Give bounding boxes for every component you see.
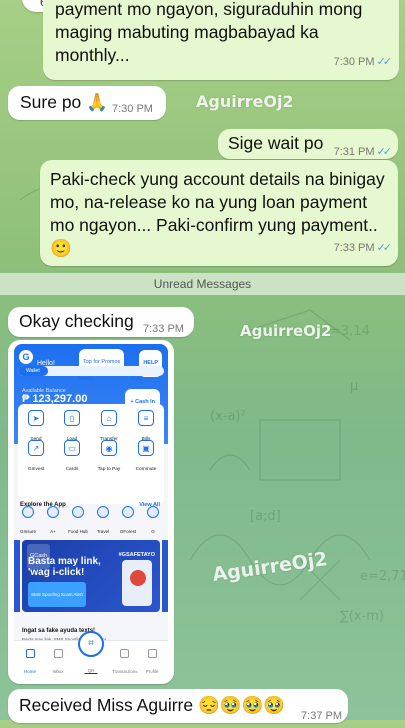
gcash-app-ginsure: GInsure <box>16 506 40 543</box>
send-icon: ➤ <box>28 410 44 426</box>
message-bubble-incoming[interactable]: Sure po 🙏 7:30 PM <box>8 86 166 120</box>
watermark-text: AguirreOj2 <box>196 92 294 111</box>
gcash-actions-grid: ➤ Send ▯ Load ⌂ Transfer ≡ Bills ↗ GInvest ▭ C… <box>18 404 164 504</box>
shield-icon <box>22 506 34 518</box>
message-time: 7:33 PM ✓✓ <box>333 242 393 254</box>
gcash-tab-wallet: Wallet <box>18 366 48 376</box>
gift-icon <box>47 506 59 518</box>
gcash-action-commute: ▣ Commute <box>128 440 164 481</box>
gcash-apps-row: GInsure A+ Rewards Food Hub Travel GFore… <box>16 506 166 557</box>
read-ticks-icon: ✓✓ <box>376 242 393 254</box>
svg-text:e=2,718: e=2,718 <box>360 569 405 584</box>
home-indicator <box>84 673 98 674</box>
gcash-app-gforest: GForest <box>116 506 140 543</box>
message-image-incoming[interactable]: G Hello! Top for Promos HELP Wallet Borr… <box>8 340 174 684</box>
message-text: Sure po 🙏 <box>20 92 108 112</box>
svg-text:=3,14: =3,14 <box>330 324 370 339</box>
svg-text:∑(x-m): ∑(x-m) <box>340 609 384 624</box>
message-bubble-outgoing[interactable]: Paki-check yung account details na binig… <box>40 160 398 266</box>
plane-icon <box>97 506 109 518</box>
gcash-logo: G <box>19 350 33 364</box>
bills-icon: ≡ <box>138 410 154 426</box>
warning-icon <box>130 570 146 586</box>
message-text: Okay checking <box>19 311 134 331</box>
gcash-nav-qr: QR <box>87 668 95 673</box>
tap-icon: ◉ <box>101 440 117 456</box>
food-icon <box>72 506 84 518</box>
message-bubble-incoming[interactable]: Okay checking 7:33 PM <box>8 307 194 337</box>
bus-icon: ▣ <box>138 440 154 456</box>
gcash-app-food-hub: Food Hub <box>66 506 90 543</box>
message-time: 7:37 PM <box>301 710 342 722</box>
message-bubble-incoming[interactable]: Received Miss Aguirre 😔🥹🥹🥹 7:37 PM <box>8 689 348 723</box>
svg-text:(x-a)²: (x-a)² <box>210 409 246 424</box>
card-icon: ▭ <box>64 440 80 456</box>
phone-icon: ▯ <box>64 410 80 426</box>
gcash-tabs: Wallet Borrow Grow <box>18 366 164 382</box>
bank-icon: ⌂ <box>101 410 117 426</box>
gcash-nav-inbox: Inbox <box>46 649 70 674</box>
qr-scan-icon: ⌗ <box>78 631 104 657</box>
gcash-banner-sub: SMS Spoofing Scam Alert <box>28 582 86 607</box>
leaf-icon <box>122 506 134 518</box>
svg-text:[a;d]: [a;d] <box>250 509 281 524</box>
read-ticks-icon: ✓✓ <box>376 146 393 158</box>
svg-text:μ: μ <box>350 379 358 394</box>
message-time: 7:33 PM <box>143 323 184 335</box>
watermark-text: AguirreOj2 <box>240 322 332 340</box>
gcash-action-ginvest: ↗ GInvest <box>18 440 54 481</box>
app-icon <box>147 506 159 518</box>
chart-icon: ↗ <box>28 440 44 456</box>
unread-messages-divider: Unread Messages <box>0 273 405 295</box>
watermark-text: AguirreOj2 <box>211 548 329 586</box>
message-time: 7:30 PM <box>112 103 153 115</box>
gcash-app-more: G <box>141 506 165 543</box>
home-icon <box>25 649 35 658</box>
gcash-screenshot-image: G Hello! Top for Promos HELP Wallet Borr… <box>14 344 168 674</box>
gcash-tab-grow: Grow <box>130 376 142 382</box>
inbox-icon <box>53 649 63 658</box>
message-time: 7:37 PM <box>125 662 166 674</box>
gcash-action-cards: ▭ Cards <box>54 440 90 481</box>
message-time: 7:30 PM ✓✓ <box>333 56 393 68</box>
message-bubble-outgoing[interactable]: Sige wait po 7:31 PM ✓✓ <box>218 129 398 159</box>
gcash-banner-headline: Basta may link,'wag i-click! <box>28 556 101 578</box>
message-text: Received Miss Aguirre 😔🥹🥹🥹 <box>19 695 286 715</box>
read-ticks-icon: ✓✓ <box>376 56 393 68</box>
gcash-nav-home: Home <box>18 649 42 674</box>
message-text: Sige wait po <box>228 133 324 153</box>
gcash-action-tap-to-pay: ◉ Tap to Pay <box>91 440 127 481</box>
gcash-promo-banner: GCash #GSAFETAYO Basta may link,'wag i-c… <box>22 540 160 612</box>
message-bubble-outgoing[interactable]: payment mo ngayon, siguraduhin mong magi… <box>43 0 399 80</box>
gcash-app-travel: Travel <box>91 506 115 543</box>
